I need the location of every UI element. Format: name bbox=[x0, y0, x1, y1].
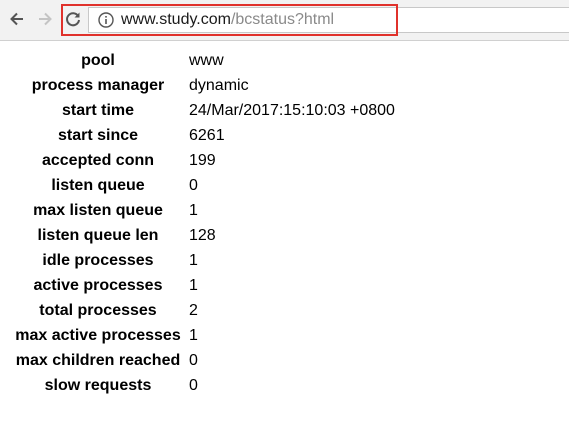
table-row: max children reached 0 bbox=[11, 348, 395, 373]
table-row: max listen queue 1 bbox=[11, 198, 395, 223]
row-key: process manager bbox=[31, 77, 165, 94]
arrow-right-icon bbox=[39, 12, 52, 26]
row-value: 1 bbox=[189, 327, 198, 344]
status-table: pool www process manager dynamic start t… bbox=[11, 48, 395, 398]
row-key: listen queue len bbox=[37, 227, 159, 244]
url-path: /bcstatus?html bbox=[230, 11, 335, 28]
table-row: total processes 2 bbox=[11, 298, 395, 323]
row-value: 0 bbox=[189, 352, 198, 369]
table-row: idle processes 1 bbox=[11, 248, 395, 273]
row-value: 2 bbox=[189, 302, 198, 319]
table-row: slow requests 0 bbox=[11, 373, 395, 398]
back-button[interactable] bbox=[6, 8, 28, 30]
row-key: max listen queue bbox=[33, 202, 163, 219]
row-key: slow requests bbox=[44, 377, 152, 394]
row-key: start time bbox=[61, 102, 135, 119]
row-value: 0 bbox=[189, 377, 198, 394]
table-row: listen queue 0 bbox=[11, 173, 395, 198]
row-key: start since bbox=[57, 127, 139, 144]
row-key: total processes bbox=[39, 302, 157, 319]
table-row: process manager dynamic bbox=[11, 73, 395, 98]
row-key: pool bbox=[81, 52, 115, 69]
reload-button[interactable] bbox=[62, 8, 84, 30]
url-text[interactable]: www.study.com/bcstatus?html bbox=[121, 10, 334, 30]
table-row: pool www bbox=[11, 48, 395, 73]
table-row: accepted conn 199 bbox=[11, 148, 395, 173]
row-value: 24/Mar/2017:15:10:03 +0800 bbox=[189, 102, 395, 119]
table-row: start since 6261 bbox=[11, 123, 395, 148]
reload-icon bbox=[66, 12, 80, 27]
table-row: listen queue len 128 bbox=[11, 223, 395, 248]
row-value: 128 bbox=[189, 227, 216, 244]
row-key: max active processes bbox=[15, 327, 181, 344]
arrow-left-icon bbox=[10, 12, 23, 26]
row-value: www bbox=[189, 52, 224, 69]
table-row: start time 24/Mar/2017:15:10:03 +0800 bbox=[11, 98, 395, 123]
info-icon[interactable] bbox=[98, 12, 114, 28]
table-row: active processes 1 bbox=[11, 273, 395, 298]
browser-toolbar: www.study.com/bcstatus?html bbox=[0, 0, 569, 41]
row-key: idle processes bbox=[42, 252, 154, 269]
row-value: 199 bbox=[189, 152, 216, 169]
url-host: www.study.com bbox=[121, 11, 231, 28]
forward-button[interactable] bbox=[34, 8, 56, 30]
row-key: accepted conn bbox=[41, 152, 155, 169]
row-key: max children reached bbox=[15, 352, 181, 369]
row-key: active processes bbox=[33, 277, 163, 294]
row-value: 1 bbox=[189, 252, 198, 269]
row-value: 1 bbox=[189, 277, 198, 294]
table-row: max active processes 1 bbox=[11, 323, 395, 348]
row-value: 1 bbox=[189, 202, 198, 219]
row-key: listen queue bbox=[51, 177, 145, 194]
row-value: dynamic bbox=[189, 77, 249, 94]
row-value: 6261 bbox=[189, 127, 225, 144]
row-value: 0 bbox=[189, 177, 198, 194]
